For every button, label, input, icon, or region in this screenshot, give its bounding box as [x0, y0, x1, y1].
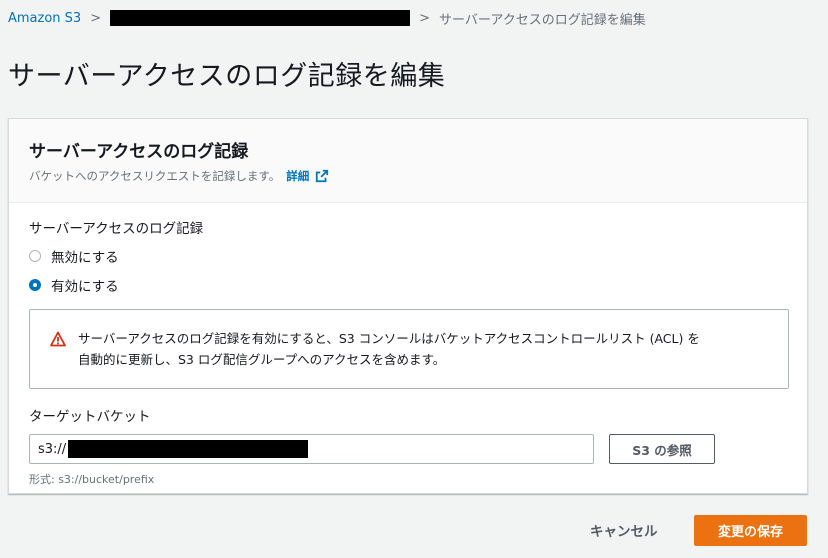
logging-field-label: サーバーアクセスのログ記録	[29, 221, 204, 237]
warning-icon	[50, 331, 66, 347]
radio-disable-label[interactable]: 無効にする	[51, 246, 119, 266]
target-bucket-input[interactable]: s3://	[29, 434, 594, 464]
browse-s3-button[interactable]: S3 の参照	[609, 434, 715, 464]
radio-disable[interactable]	[29, 250, 41, 262]
breadcrumb-amazon-s3-link[interactable]: Amazon S3	[8, 11, 81, 26]
chevron-right-icon: >	[419, 10, 431, 26]
page-title: サーバーアクセスのログ記録を編集	[8, 61, 446, 92]
alert-text: サーバーアクセスのログ記録を有効にすると、S3 コンソールはバケットアクセスコン…	[78, 328, 700, 370]
breadcrumb: Amazon S3 > > サーバーアクセスのログ記録を編集	[8, 7, 646, 29]
radio-enable-label[interactable]: 有効にする	[51, 275, 119, 295]
cancel-button[interactable]: キャンセル	[582, 515, 666, 545]
target-format-hint: 形式: s3://bucket/prefix	[29, 473, 155, 486]
radio-option-disable[interactable]: 無効にする	[29, 246, 787, 266]
panel-body: サーバーアクセスのログ記録 無効にする 有効にする サーバーアクセスのログ記録を…	[9, 203, 807, 487]
target-bucket-redacted	[68, 440, 309, 458]
radio-option-enable[interactable]: 有効にする	[29, 275, 787, 295]
panel-header: サーバーアクセスのログ記録 バケットへのアクセスリクエストを記録します。 詳細	[9, 119, 807, 203]
target-bucket-label: ターゲットバケット	[29, 409, 151, 425]
alert-line-1: サーバーアクセスのログ記録を有効にすると、S3 コンソールはバケットアクセスコン…	[78, 331, 700, 346]
target-bucket-row: s3:// S3 の参照	[29, 434, 787, 464]
save-changes-button[interactable]: 変更の保存	[694, 515, 807, 546]
breadcrumb-bucket-redacted[interactable]	[110, 10, 411, 26]
panel-description: バケットへのアクセスリクエストを記録します。 詳細	[29, 168, 787, 184]
radio-enable[interactable]	[29, 279, 41, 291]
info-link[interactable]: 詳細	[286, 168, 309, 184]
target-bucket-prefix: s3://	[38, 441, 67, 457]
acl-warning-alert: サーバーアクセスのログ記録を有効にすると、S3 コンソールはバケットアクセスコン…	[29, 309, 789, 389]
logging-panel: サーバーアクセスのログ記録 バケットへのアクセスリクエストを記録します。 詳細 …	[8, 118, 808, 494]
panel-description-text: バケットへのアクセスリクエストを記録します。	[29, 169, 281, 183]
chevron-right-icon: >	[90, 10, 102, 26]
alert-line-2: 自動的に更新し、S3 ログ配信グループへのアクセスを含めます。	[78, 352, 446, 367]
panel-title: サーバーアクセスのログ記録	[29, 142, 249, 162]
breadcrumb-current: サーバーアクセスのログ記録を編集	[439, 12, 646, 28]
external-link-icon[interactable]	[315, 169, 329, 183]
